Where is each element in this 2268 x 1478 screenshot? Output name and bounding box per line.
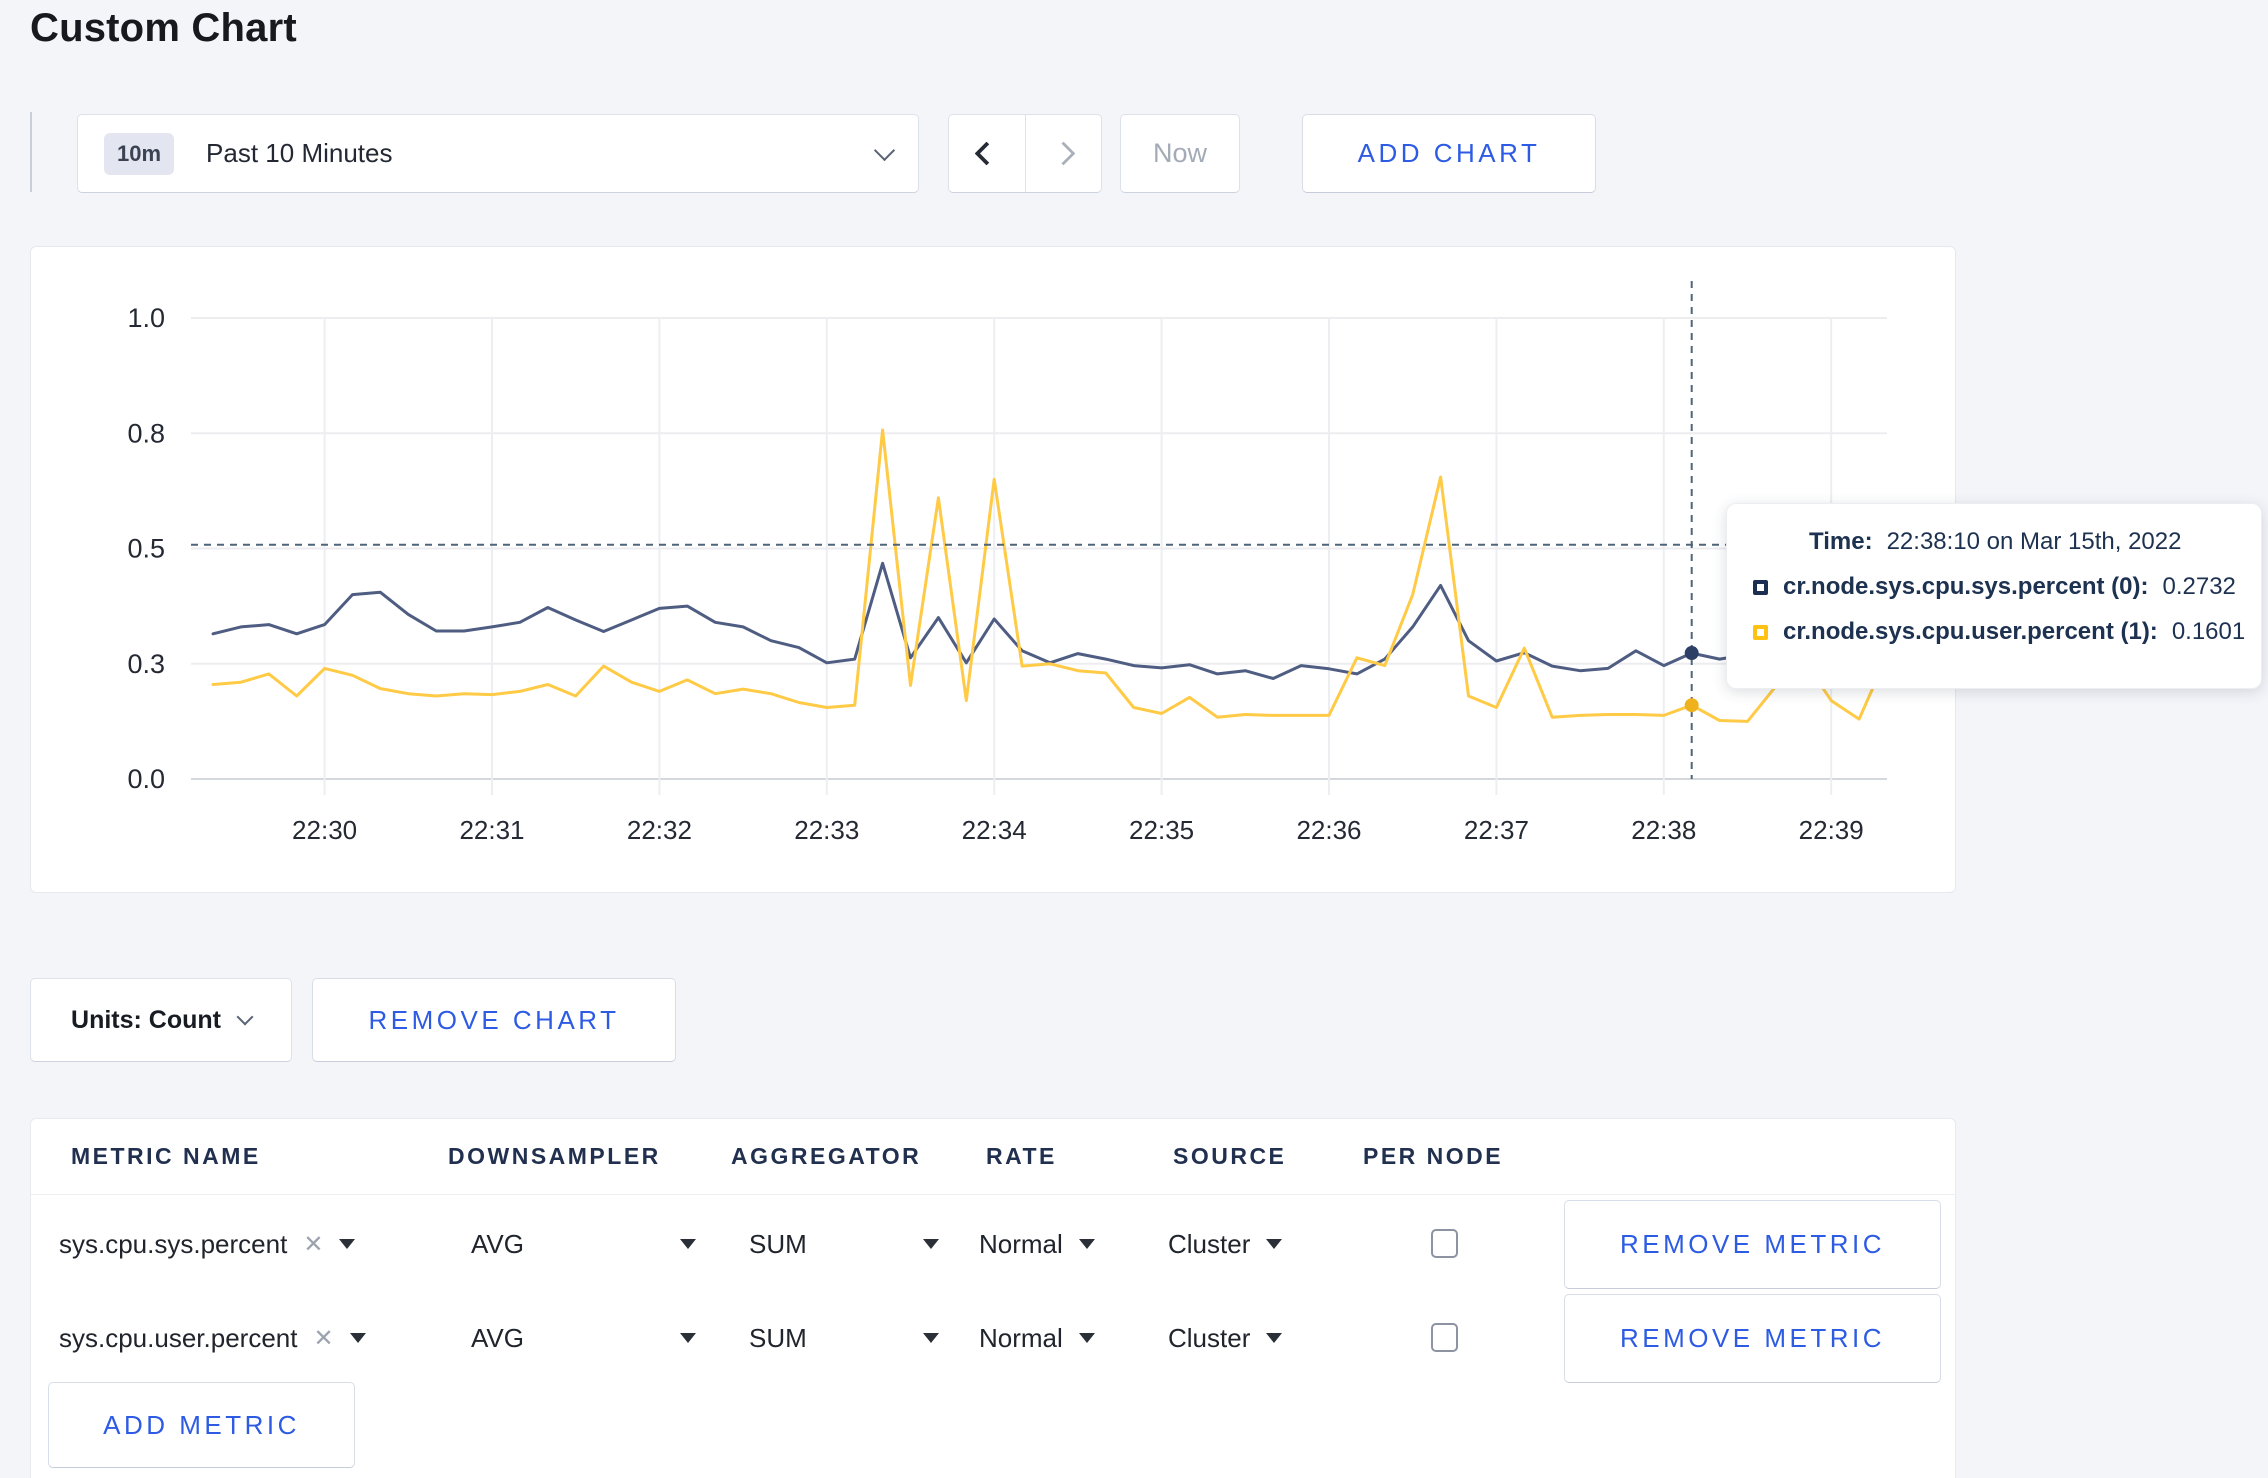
aggregator-select[interactable]: SUM: [749, 1197, 939, 1291]
sys-series-swatch-icon: [1753, 579, 1768, 595]
per-node-checkbox[interactable]: [1431, 1323, 1458, 1352]
metric-name-select[interactable]: sys.cpu.sys.percent ✕: [59, 1197, 356, 1291]
header-metric-name: METRIC NAME: [71, 1143, 261, 1169]
time-range-badge: 10m: [104, 132, 175, 175]
units-selector[interactable]: Units: Count: [30, 978, 292, 1062]
svg-text:22:37: 22:37: [1464, 815, 1529, 845]
header-rate: RATE: [986, 1143, 1057, 1169]
chevron-down-icon: [236, 1008, 254, 1026]
downsampler-select[interactable]: AVG: [471, 1291, 696, 1385]
svg-text:1.0: 1.0: [127, 303, 165, 333]
svg-text:22:30: 22:30: [292, 815, 357, 845]
svg-text:22:35: 22:35: [1129, 815, 1194, 845]
time-prev-button[interactable]: [949, 115, 1025, 192]
header-downsampler: DOWNSAMPLER: [448, 1143, 661, 1169]
timeseries-chart[interactable]: 1.0 0.8 0.5 0.3 0.0 22:30 22:31 22:32 22:33 22:34…: [31, 247, 1955, 892]
remove-metric-button[interactable]: REMOVE METRIC: [1564, 1294, 1941, 1383]
tooltip-user-value: 0.1601: [2171, 618, 2246, 645]
dropdown-caret-icon: [923, 1333, 939, 1343]
user-series-swatch-icon: [1753, 624, 1768, 640]
now-button[interactable]: Now: [1120, 114, 1240, 193]
clear-metric-icon[interactable]: ✕: [313, 1324, 333, 1353]
svg-text:0.5: 0.5: [127, 534, 165, 564]
rate-select[interactable]: Normal: [979, 1291, 1095, 1385]
tooltip-time-label: Time:: [1809, 528, 1873, 555]
time-next-button[interactable]: [1024, 115, 1102, 192]
add-metric-button[interactable]: ADD METRIC: [48, 1382, 355, 1468]
dropdown-caret-icon: [339, 1239, 356, 1249]
chevron-left-icon: [974, 141, 999, 166]
svg-text:22:36: 22:36: [1296, 815, 1361, 845]
source-select[interactable]: Cluster: [1168, 1291, 1283, 1385]
svg-text:22:34: 22:34: [962, 815, 1027, 845]
clear-metric-icon[interactable]: ✕: [303, 1230, 323, 1259]
table-row: sys.cpu.user.percent ✕ AVG SUM Normal Cl…: [31, 1291, 1955, 1385]
dropdown-caret-icon: [1266, 1333, 1283, 1343]
header-aggregator: AGGREGATOR: [731, 1143, 922, 1169]
svg-text:0.8: 0.8: [127, 418, 165, 448]
custom-chart-page: Custom Chart 10m Past 10 Minutes Now ADD…: [0, 0, 2268, 1478]
time-range-selector[interactable]: 10m Past 10 Minutes: [77, 114, 919, 193]
header-per-node: PER NODE: [1363, 1143, 1504, 1169]
svg-text:0.3: 0.3: [127, 649, 165, 679]
tooltip-sys-value: 0.2732: [2162, 573, 2236, 600]
svg-text:22:31: 22:31: [459, 815, 524, 845]
aggregator-select[interactable]: SUM: [749, 1291, 939, 1385]
chevron-down-icon: [873, 139, 896, 162]
add-chart-button[interactable]: ADD CHART: [1302, 114, 1596, 193]
tooltip-time-value: 22:38:10 on Mar 15th, 2022: [1886, 528, 2182, 555]
svg-text:0.0: 0.0: [127, 764, 165, 794]
remove-metric-button[interactable]: REMOVE METRIC: [1564, 1200, 1941, 1289]
header-source: SOURCE: [1173, 1143, 1287, 1169]
remove-chart-button[interactable]: REMOVE CHART: [312, 978, 676, 1062]
page-title: Custom Chart: [30, 6, 297, 50]
rate-select[interactable]: Normal: [979, 1197, 1095, 1291]
dropdown-caret-icon: [680, 1333, 696, 1343]
dropdown-caret-icon: [680, 1239, 696, 1249]
svg-text:22:38: 22:38: [1631, 815, 1696, 845]
units-label: Units: Count: [71, 1005, 221, 1034]
svg-text:22:32: 22:32: [627, 815, 692, 845]
toolbar-divider: [30, 112, 32, 192]
chart-tooltip: Time: 22:38:10 on Mar 15th, 2022 cr.node…: [1726, 503, 2262, 689]
metric-name-select[interactable]: sys.cpu.user.percent ✕: [59, 1291, 366, 1385]
dropdown-caret-icon: [349, 1333, 366, 1343]
svg-text:22:33: 22:33: [794, 815, 859, 845]
chevron-right-icon: [1051, 141, 1076, 166]
dropdown-caret-icon: [1266, 1239, 1283, 1249]
chart-card[interactable]: 1.0 0.8 0.5 0.3 0.0 22:30 22:31 22:32 22:33 22:34…: [30, 246, 1956, 893]
downsampler-select[interactable]: AVG: [471, 1197, 696, 1291]
tooltip-user-name: cr.node.sys.cpu.user.percent (1):: [1783, 618, 2158, 645]
per-node-checkbox[interactable]: [1431, 1229, 1458, 1258]
svg-text:22:39: 22:39: [1799, 815, 1864, 845]
time-nav-group: [948, 114, 1102, 193]
time-range-label: Past 10 Minutes: [206, 138, 393, 168]
dropdown-caret-icon: [1078, 1239, 1095, 1249]
table-row: sys.cpu.sys.percent ✕ AVG SUM Normal Clu…: [31, 1197, 1955, 1291]
tooltip-sys-name: cr.node.sys.cpu.sys.percent (0):: [1783, 573, 2149, 600]
dropdown-caret-icon: [1078, 1333, 1095, 1343]
source-select[interactable]: Cluster: [1168, 1197, 1283, 1291]
dropdown-caret-icon: [923, 1239, 939, 1249]
metrics-table-header: METRIC NAME DOWNSAMPLER AGGREGATOR RATE …: [31, 1119, 1955, 1195]
